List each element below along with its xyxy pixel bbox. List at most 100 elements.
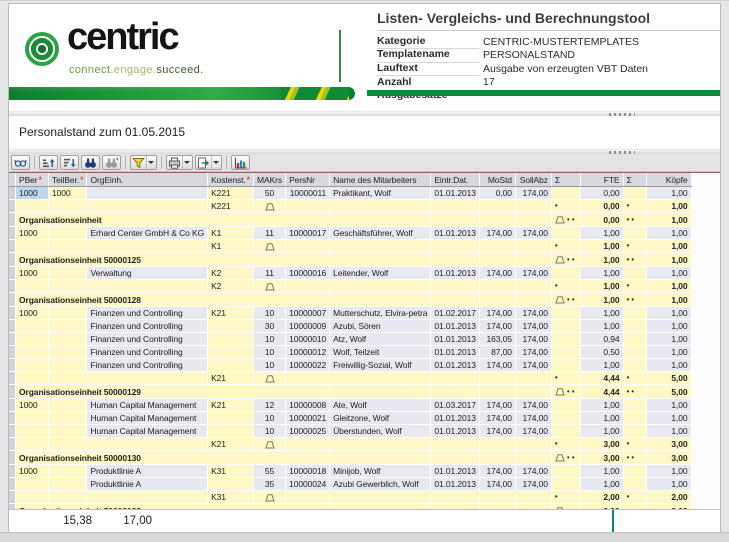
cell-sollabz[interactable]: 174,00 xyxy=(515,267,551,280)
cell-teilber[interactable] xyxy=(49,412,87,425)
col-header-name[interactable]: Name des Mitarbeiters xyxy=(330,173,431,187)
cell-koepfe[interactable]: 1,00 xyxy=(646,213,691,227)
cell-orgeinh[interactable] xyxy=(87,200,208,213)
cell-name[interactable]: Mutterschutz, Elvira-petra xyxy=(330,307,431,320)
cell-makrs[interactable]: 10 xyxy=(254,307,286,320)
subtotal-collapse-icon[interactable] xyxy=(254,372,286,385)
cell-makrs[interactable]: 11 xyxy=(254,227,286,240)
cell-mostd[interactable] xyxy=(479,451,515,465)
col-header-teilber[interactable]: TeilBer.* xyxy=(49,173,87,187)
group-label[interactable]: Organisationseinheit 50000130 xyxy=(16,451,330,465)
cell-persnr[interactable]: 10000021 xyxy=(286,412,330,425)
cell-orgeinh[interactable] xyxy=(87,491,208,504)
cell-name[interactable]: Minijob, Wolf xyxy=(330,465,431,478)
cell-eintrdat[interactable]: 01.01.2013 xyxy=(431,412,480,425)
cell-koepfe[interactable]: 1,00 xyxy=(646,333,691,346)
cell-persnr[interactable]: 10000017 xyxy=(286,227,330,240)
cell-fte[interactable]: 0,50 xyxy=(580,346,623,359)
cell-eintrdat[interactable]: 01.01.2013 xyxy=(431,346,480,359)
cell-s2[interactable] xyxy=(623,346,646,359)
cell-s2[interactable] xyxy=(623,478,646,491)
cell-persnr[interactable]: 10000025 xyxy=(286,425,330,438)
cell-s2[interactable]: •• xyxy=(623,293,646,307)
cell-kostenst[interactable]: K21 xyxy=(208,438,254,451)
cell-kostenst[interactable]: K221 xyxy=(208,200,254,213)
cell-fte[interactable]: 0,00 xyxy=(580,200,623,213)
cell-s2[interactable]: • xyxy=(623,200,646,213)
find-binoculars-button[interactable] xyxy=(81,155,100,170)
group-collapse-cell[interactable]: •• xyxy=(551,385,580,399)
cell-name[interactable]: Azubi, Sören xyxy=(330,320,431,333)
group-label[interactable]: Organisationseinheit 50000129 xyxy=(16,385,330,399)
cell-orgeinh[interactable]: Erhard Center GmbH & Co KG xyxy=(87,227,208,240)
cell-s2[interactable] xyxy=(623,412,646,425)
cell-s2[interactable]: • xyxy=(623,240,646,253)
subtotal-collapse-icon[interactable] xyxy=(254,240,286,253)
cell-name[interactable] xyxy=(330,293,431,307)
cell-pber[interactable] xyxy=(16,359,49,372)
col-header-koepfe[interactable]: Köpfe xyxy=(646,173,691,187)
cell-name[interactable] xyxy=(330,213,431,227)
cell-kostenst[interactable]: K2 xyxy=(208,267,254,280)
cell-fte[interactable]: 3,00 xyxy=(580,438,623,451)
cell-sollabz[interactable]: 174,00 xyxy=(515,346,551,359)
cell-kostenst[interactable]: K221 xyxy=(208,187,254,200)
cell-fte[interactable]: 1,00 xyxy=(580,465,623,478)
cell-orgeinh[interactable]: Finanzen und Controlling xyxy=(87,333,208,346)
cell-fte[interactable]: 0,00 xyxy=(580,187,623,200)
cell-teilber[interactable] xyxy=(49,372,87,385)
cell-sollabz[interactable]: 174,00 xyxy=(515,320,551,333)
col-header-mostd[interactable]: MoStd xyxy=(479,173,515,187)
cell-pber[interactable] xyxy=(16,333,49,346)
cell-persnr[interactable] xyxy=(286,240,330,253)
cell-pber[interactable]: 1000 xyxy=(16,267,49,280)
cell-mostd[interactable] xyxy=(479,200,515,213)
cell-makrs[interactable]: 10 xyxy=(254,412,286,425)
cell-s2[interactable] xyxy=(623,227,646,240)
cell-fte[interactable]: 1,00 xyxy=(580,307,623,320)
cell-s1[interactable]: • xyxy=(551,491,580,504)
subtotal-collapse-icon[interactable] xyxy=(254,280,286,293)
cell-makrs[interactable]: 50 xyxy=(254,187,286,200)
cell-s2[interactable]: • xyxy=(623,491,646,504)
cell-s1[interactable] xyxy=(551,412,580,425)
cell-mostd[interactable] xyxy=(479,240,515,253)
cell-kostenst[interactable] xyxy=(208,412,254,425)
cell-name[interactable]: Leitender, Wolf xyxy=(330,267,431,280)
cell-mostd[interactable]: 174,00 xyxy=(479,359,515,372)
cell-sollabz[interactable] xyxy=(515,372,551,385)
cell-makrs[interactable]: 12 xyxy=(254,399,286,412)
cell-eintrdat[interactable] xyxy=(431,293,480,307)
print-button[interactable] xyxy=(166,155,193,170)
cell-persnr[interactable] xyxy=(286,491,330,504)
dropdown-arrow-icon[interactable] xyxy=(146,156,155,169)
cell-s2[interactable]: • xyxy=(623,372,646,385)
subtotal-collapse-icon[interactable] xyxy=(254,491,286,504)
cell-makrs[interactable]: 35 xyxy=(254,478,286,491)
cell-sollabz[interactable]: 174,00 xyxy=(515,478,551,491)
cell-teilber[interactable]: 1000 xyxy=(49,187,87,200)
cell-kostenst[interactable]: K31 xyxy=(208,465,254,478)
col-header-kostenst[interactable]: Kostenst.* xyxy=(208,173,254,187)
cell-eintrdat[interactable] xyxy=(431,372,480,385)
cell-s1[interactable] xyxy=(551,465,580,478)
cell-orgeinh[interactable] xyxy=(87,240,208,253)
cell-mostd[interactable]: 163,05 xyxy=(479,333,515,346)
cell-kostenst[interactable]: K2 xyxy=(208,280,254,293)
cell-orgeinh[interactable] xyxy=(87,438,208,451)
cell-s1[interactable] xyxy=(551,307,580,320)
group-collapse-cell[interactable]: •• xyxy=(551,253,580,267)
cell-kostenst[interactable] xyxy=(208,333,254,346)
cell-makrs[interactable]: 10 xyxy=(254,346,286,359)
cell-sollabz[interactable]: 174,00 xyxy=(515,333,551,346)
cell-name[interactable]: Atz, Wolf xyxy=(330,333,431,346)
cell-pber[interactable] xyxy=(16,280,49,293)
dropdown-arrow-icon[interactable] xyxy=(182,156,191,169)
cell-s2[interactable]: • xyxy=(623,280,646,293)
cell-koepfe[interactable]: 1,00 xyxy=(646,240,691,253)
cell-pber[interactable]: 1000 xyxy=(16,187,49,200)
group-collapse-cell[interactable]: •• xyxy=(551,213,580,227)
cell-fte[interactable]: 1,00 xyxy=(580,293,623,307)
cell-mostd[interactable]: 87,00 xyxy=(479,346,515,359)
cell-mostd[interactable]: 174,00 xyxy=(479,267,515,280)
